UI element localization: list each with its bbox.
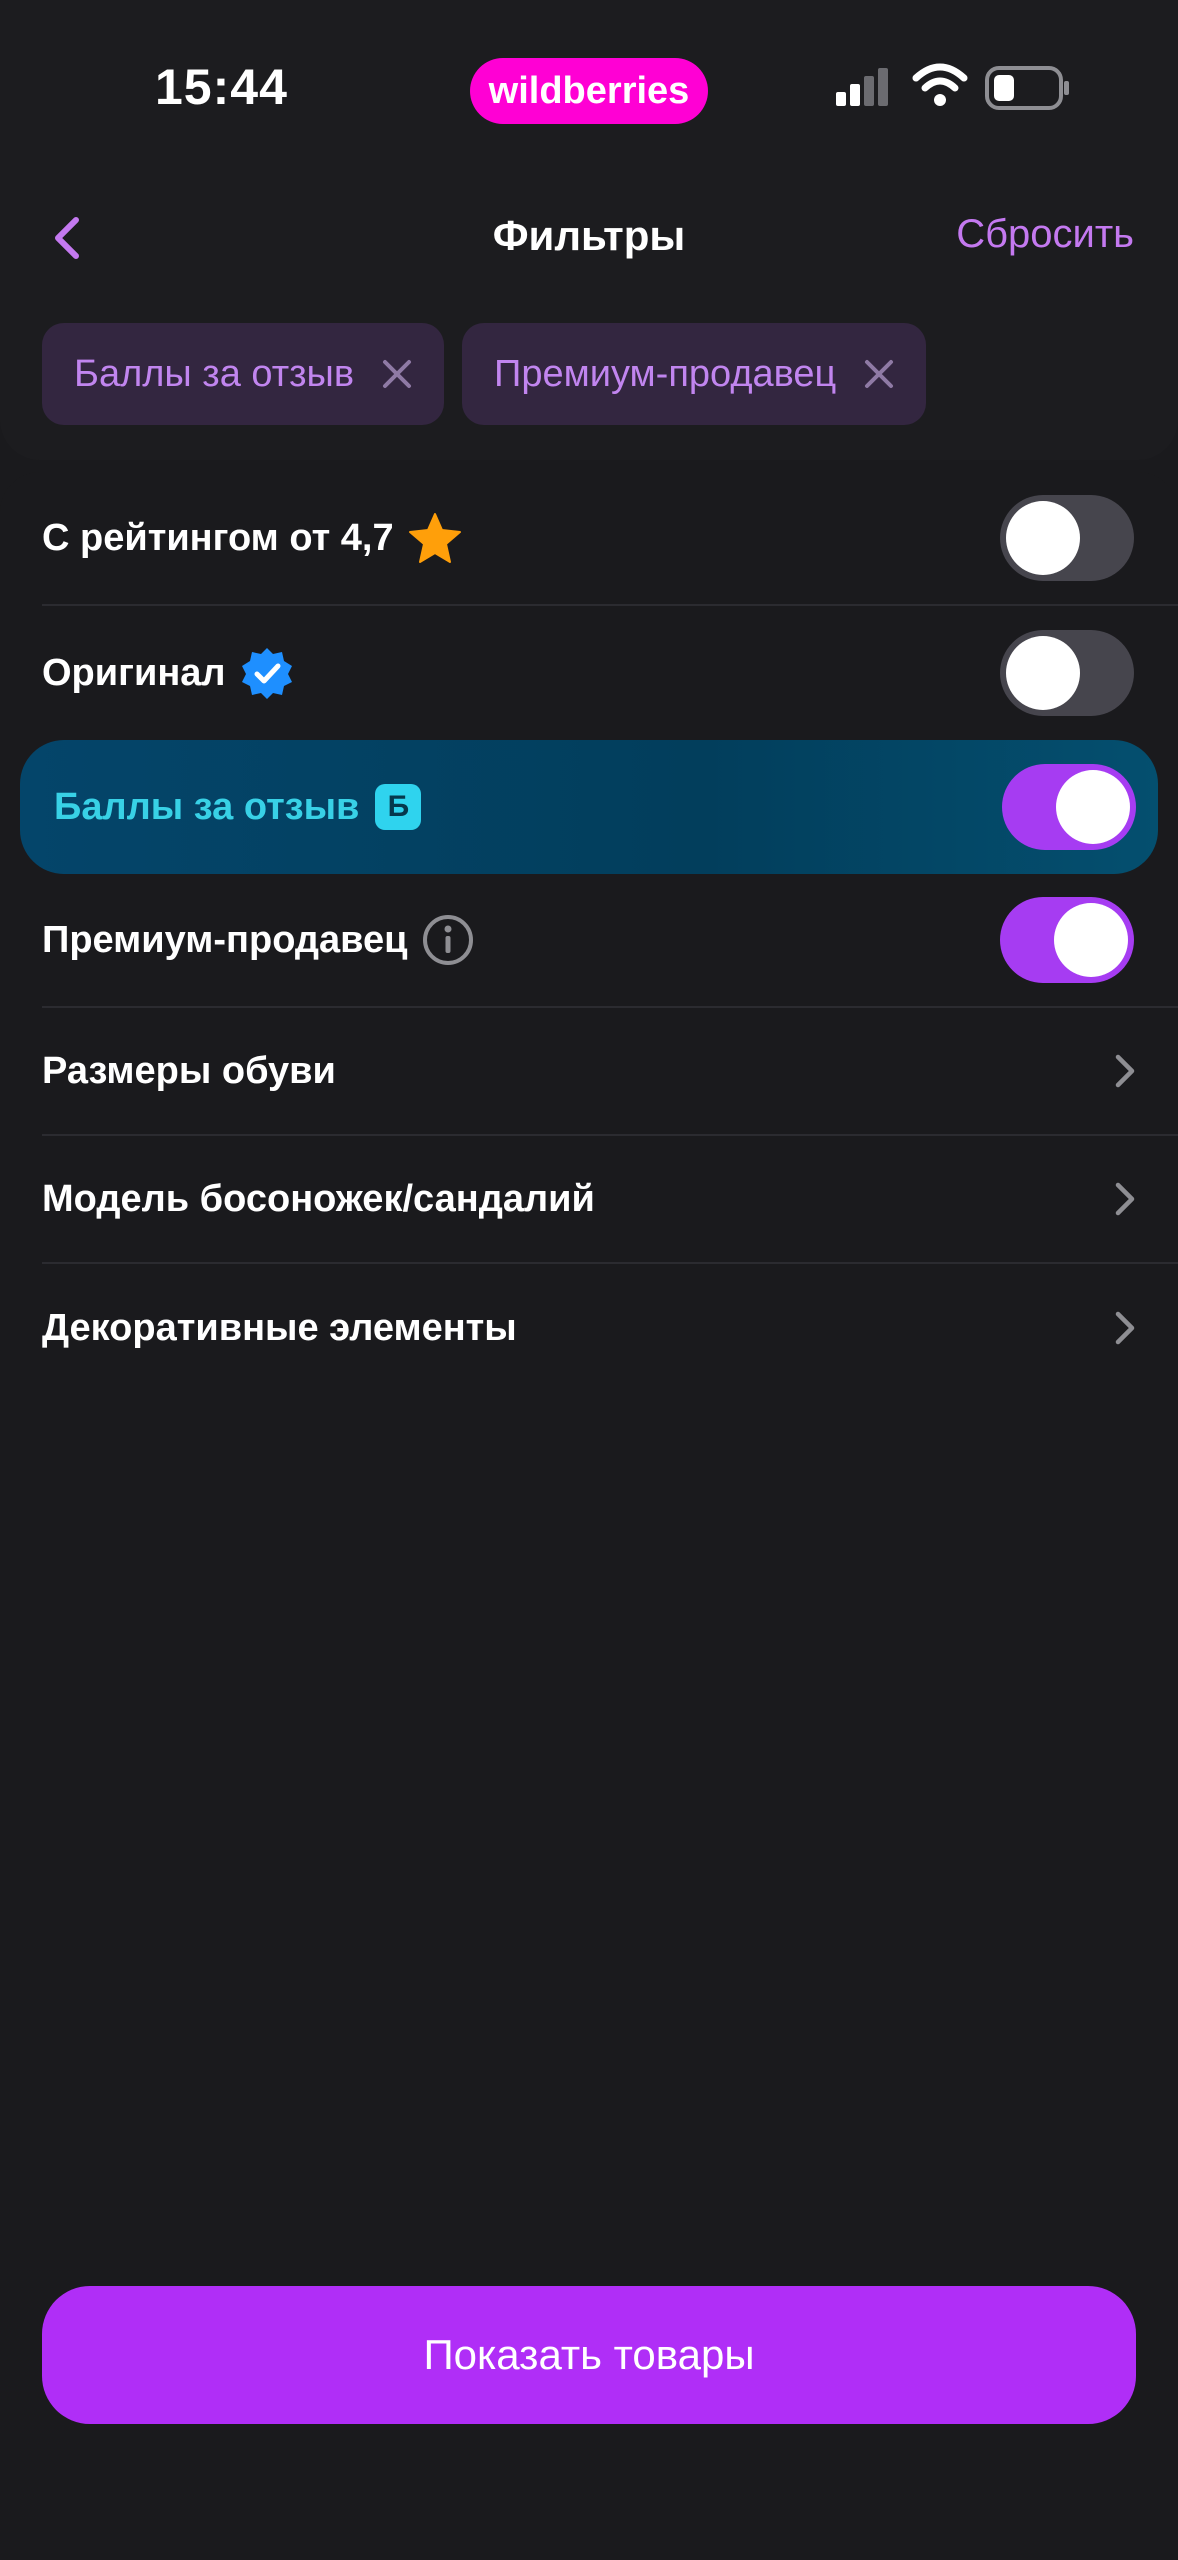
wifi-icon xyxy=(912,63,968,106)
filter-premium-seller-label: Премиум-продавец xyxy=(42,918,408,961)
battery-icon xyxy=(985,66,1069,110)
toggle-knob xyxy=(1056,770,1130,844)
chip-label: Баллы за отзыв xyxy=(74,352,355,395)
reset-button[interactable]: Сбросить xyxy=(956,212,1134,257)
category-label: Декоративные элементы xyxy=(42,1306,517,1349)
active-filter-chips: Баллы за отзыв Премиум-продавец xyxy=(42,323,927,425)
toggle-knob xyxy=(1006,501,1080,575)
filter-rating[interactable]: С рейтингом от 4,7 xyxy=(42,472,1178,606)
filter-original-label: Оригинал xyxy=(42,651,226,694)
verified-badge-icon xyxy=(240,646,294,700)
star-icon xyxy=(408,512,462,564)
filter-rating-label: С рейтингом от 4,7 xyxy=(42,516,394,559)
toggle-knob xyxy=(1054,903,1128,977)
brand-logo: wildberries xyxy=(470,58,708,124)
category-label: Размеры обуви xyxy=(42,1049,336,1092)
chip-review-points[interactable]: Баллы за отзыв xyxy=(42,323,445,425)
filters-list: С рейтингом от 4,7 Оригинал Баллы за отз… xyxy=(0,472,1178,1392)
chevron-right-icon xyxy=(1115,1182,1135,1216)
filters-header: Фильтры Сбросить Баллы за отзыв Премиум-… xyxy=(0,180,1178,460)
toggle-knob xyxy=(1006,636,1080,710)
chip-label: Премиум-продавец xyxy=(494,352,837,395)
rating-toggle[interactable] xyxy=(1000,495,1134,581)
filter-review-points[interactable]: Баллы за отзыв Б xyxy=(20,740,1158,874)
status-time: 15:44 xyxy=(155,59,288,115)
filter-review-points-label: Баллы за отзыв xyxy=(54,785,360,828)
chip-premium-seller[interactable]: Премиум-продавец xyxy=(462,323,927,425)
chevron-right-icon xyxy=(1115,1311,1135,1345)
chevron-right-icon xyxy=(1115,1054,1135,1088)
points-badge-icon: Б xyxy=(375,784,422,830)
info-icon[interactable] xyxy=(422,914,474,966)
category-label: Модель босоножек/сандалий xyxy=(42,1177,595,1220)
category-sandal-model[interactable]: Модель босоножек/сандалий xyxy=(42,1136,1178,1264)
original-toggle[interactable] xyxy=(1000,630,1134,716)
close-icon[interactable] xyxy=(862,357,896,391)
filter-original[interactable]: Оригинал xyxy=(42,606,1178,740)
status-bar: 15:44 wildberries xyxy=(0,0,1178,180)
filter-premium-seller[interactable]: Премиум-продавец xyxy=(42,874,1178,1008)
close-icon[interactable] xyxy=(380,357,414,391)
show-products-button[interactable]: Показать товары xyxy=(42,2286,1136,2424)
category-shoe-sizes[interactable]: Размеры обуви xyxy=(42,1008,1178,1136)
review-points-toggle[interactable] xyxy=(1002,764,1136,850)
premium-seller-toggle[interactable] xyxy=(1000,897,1134,983)
category-decorative-elements[interactable]: Декоративные элементы xyxy=(42,1264,1178,1392)
cellular-signal-icon xyxy=(836,68,888,106)
